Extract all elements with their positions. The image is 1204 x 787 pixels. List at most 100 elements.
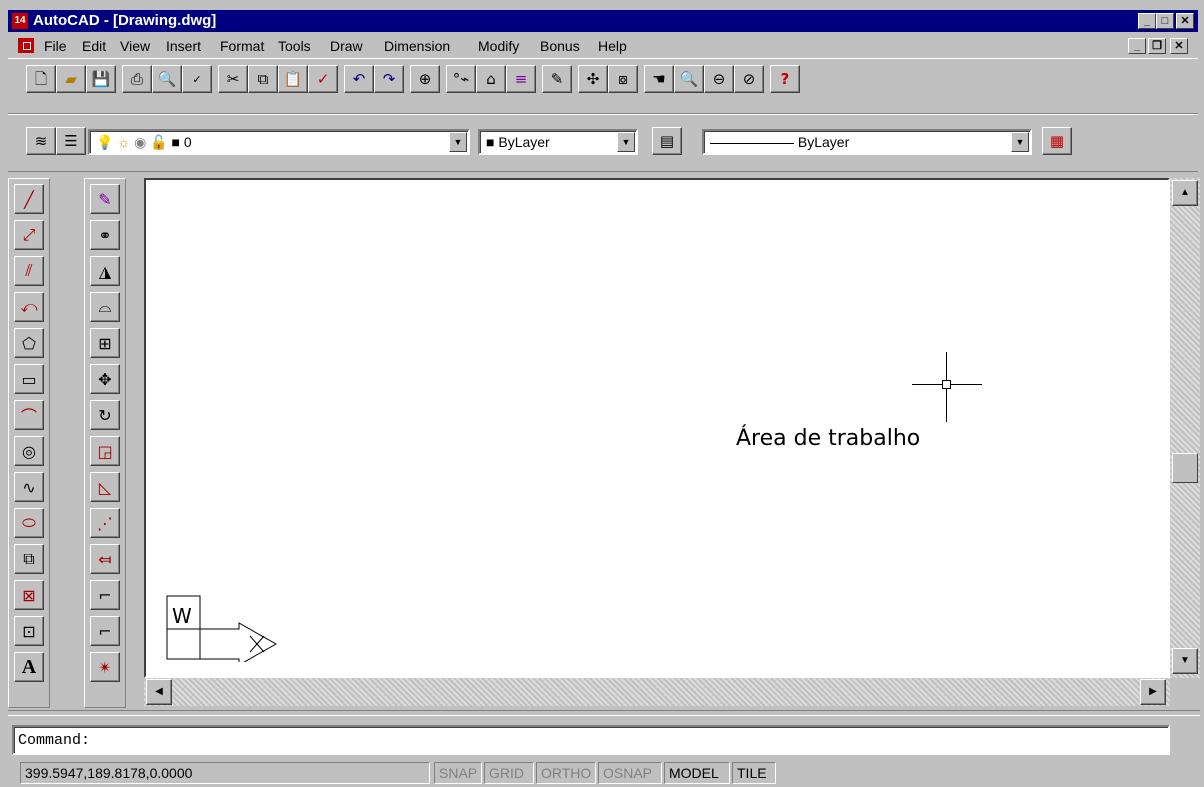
autocad-window: 14 AutoCAD - [Drawing.dwg] _ □ ✕ File Ed… (0, 0, 1204, 787)
menu-modify[interactable]: Modify (478, 38, 519, 54)
close-button[interactable]: ✕ (1176, 13, 1194, 29)
layer-control[interactable]: 💡 ☼ ◉ 🔓 ■ 0 ▼ (88, 129, 470, 155)
linetype-control[interactable]: ByLayer ▼ (702, 129, 1032, 155)
construction-line-icon[interactable]: ⤢ (14, 220, 44, 250)
horizontal-scrollbar[interactable]: ◀ ▶ (144, 678, 1170, 706)
redraw-icon[interactable]: ✎ (542, 65, 572, 93)
linetype-icon[interactable]: ▤ (652, 127, 682, 155)
menu-file[interactable]: File (44, 38, 67, 54)
point-icon[interactable]: ⊡ (14, 616, 44, 646)
command-divider[interactable] (8, 710, 1200, 716)
menu-bonus[interactable]: Bonus (540, 38, 580, 54)
offset-icon[interactable]: ⌓ (90, 292, 120, 322)
model-toggle[interactable]: MODEL (664, 762, 730, 784)
polyline-icon[interactable]: ⤺ (14, 292, 44, 322)
zoom-window-icon[interactable]: ⊖ (704, 65, 734, 93)
menu-view[interactable]: View (120, 38, 150, 54)
scroll-left-icon[interactable]: ◀ (146, 679, 172, 705)
menu-insert[interactable]: Insert (166, 38, 201, 54)
drawing-area[interactable]: Área de trabalho W (144, 178, 1170, 678)
minimize-button[interactable]: _ (1138, 13, 1156, 29)
menu-help[interactable]: Help (598, 38, 627, 54)
maximize-button[interactable]: □ (1156, 13, 1174, 29)
menu-format[interactable]: Format (220, 38, 264, 54)
scroll-down-icon[interactable]: ▼ (1172, 648, 1198, 674)
color-control[interactable]: ■ ByLayer ▼ (478, 129, 638, 155)
paste-icon[interactable]: 📋 (278, 65, 308, 93)
print-icon[interactable]: ⎙ (122, 65, 152, 93)
menu-draw[interactable]: Draw (330, 38, 363, 54)
scroll-right-icon[interactable]: ▶ (1140, 679, 1166, 705)
tracking-icon[interactable]: ⌂ (476, 65, 506, 93)
polygon-icon[interactable]: ⬠ (14, 328, 44, 358)
title-bar[interactable]: 14 AutoCAD - [Drawing.dwg] _ □ ✕ (8, 10, 1198, 32)
stretch-icon[interactable]: ◺ (90, 472, 120, 502)
multiline-icon[interactable]: ⫽ (14, 256, 44, 286)
trim-icon[interactable]: ⤆ (90, 544, 120, 574)
zoom-realtime-icon[interactable]: 🔍 (674, 65, 704, 93)
ucs-icon[interactable]: ✣ (578, 65, 608, 93)
ellipse-icon[interactable]: ⬭ (14, 508, 44, 538)
extend-icon[interactable]: ⌐ (90, 580, 120, 610)
launch-browser-icon[interactable]: ⊕ (410, 65, 440, 93)
new-icon[interactable]: 🗋 (26, 65, 56, 93)
snap-toggle[interactable]: SNAP (434, 762, 482, 784)
help-icon[interactable]: ? (770, 65, 800, 93)
undo-icon[interactable]: ↶ (344, 65, 374, 93)
coordinate-display[interactable]: 399.5947,189.8178,0.0000 (20, 762, 430, 784)
chamfer-icon[interactable]: ⌐ (90, 616, 120, 646)
grid-toggle[interactable]: GRID (484, 762, 534, 784)
erase-icon[interactable]: ✎ (90, 184, 120, 214)
document-icon[interactable] (18, 38, 34, 53)
save-icon[interactable]: 💾 (86, 65, 116, 93)
spelling-icon[interactable]: ✓ (182, 65, 212, 93)
inquiry-icon[interactable]: ⧇ (608, 65, 638, 93)
copy-object-icon[interactable]: ⚭ (90, 220, 120, 250)
spline-icon[interactable]: ∿ (14, 472, 44, 502)
redo-icon[interactable]: ↷ (374, 65, 404, 93)
match-properties-icon[interactable]: ✓ (308, 65, 338, 93)
point-filter-icon[interactable]: ≡ (506, 65, 536, 93)
layer-dropdown-icon[interactable]: ▼ (449, 132, 467, 152)
explode-icon[interactable]: ✴ (90, 652, 120, 682)
lengthen-icon[interactable]: ⋰ (90, 508, 120, 538)
tile-toggle[interactable]: TILE (732, 762, 776, 784)
layers-icon[interactable]: ☰ (56, 127, 86, 155)
open-icon[interactable]: ▰ (56, 65, 86, 93)
move-icon[interactable]: ✥ (90, 364, 120, 394)
make-block-icon[interactable]: ⊠ (14, 580, 44, 610)
zoom-previous-icon[interactable]: ⊘ (734, 65, 764, 93)
cut-icon[interactable]: ✂ (218, 65, 248, 93)
circle-icon[interactable]: ◎ (14, 436, 44, 466)
make-current-layer-icon[interactable]: ≋ (26, 127, 56, 155)
doc-minimize-button[interactable]: _ (1128, 38, 1146, 54)
line-icon[interactable]: ╱ (14, 184, 44, 214)
pan-realtime-icon[interactable]: ☚ (644, 65, 674, 93)
text-icon[interactable]: A (14, 652, 44, 682)
insert-block-icon[interactable]: ⧉ (14, 544, 44, 574)
print-preview-icon[interactable]: 🔍 (152, 65, 182, 93)
color-dropdown-icon[interactable]: ▼ (617, 132, 635, 152)
rectangle-icon[interactable]: ▭ (14, 364, 44, 394)
doc-restore-button[interactable]: ❐ (1148, 38, 1166, 54)
copy-icon[interactable]: ⧉ (248, 65, 278, 93)
doc-close-button[interactable]: ✕ (1170, 38, 1188, 54)
command-line[interactable]: Command: (12, 725, 1170, 755)
object-snap-icon[interactable]: °⌁ (446, 65, 476, 93)
vertical-scroll-thumb[interactable] (1172, 453, 1198, 483)
rotate-icon[interactable]: ↻ (90, 400, 120, 430)
osnap-toggle[interactable]: OSNAP (598, 762, 662, 784)
linetype-dropdown-icon[interactable]: ▼ (1011, 132, 1029, 152)
properties-icon[interactable]: ▦ (1042, 127, 1072, 155)
scroll-up-icon[interactable]: ▲ (1172, 180, 1198, 206)
array-icon[interactable]: ⊞ (90, 328, 120, 358)
menu-dimension[interactable]: Dimension (384, 38, 450, 54)
menu-edit[interactable]: Edit (82, 38, 106, 54)
vertical-scrollbar[interactable]: ▲ ▼ (1170, 178, 1200, 678)
mirror-icon[interactable]: ◮ (90, 256, 120, 286)
ortho-toggle[interactable]: ORTHO (536, 762, 596, 784)
autocad-app-icon[interactable]: 14 (12, 13, 28, 29)
arc-icon[interactable]: ⌒ (14, 400, 44, 430)
scale-icon[interactable]: ◲ (90, 436, 120, 466)
menu-tools[interactable]: Tools (278, 38, 311, 54)
